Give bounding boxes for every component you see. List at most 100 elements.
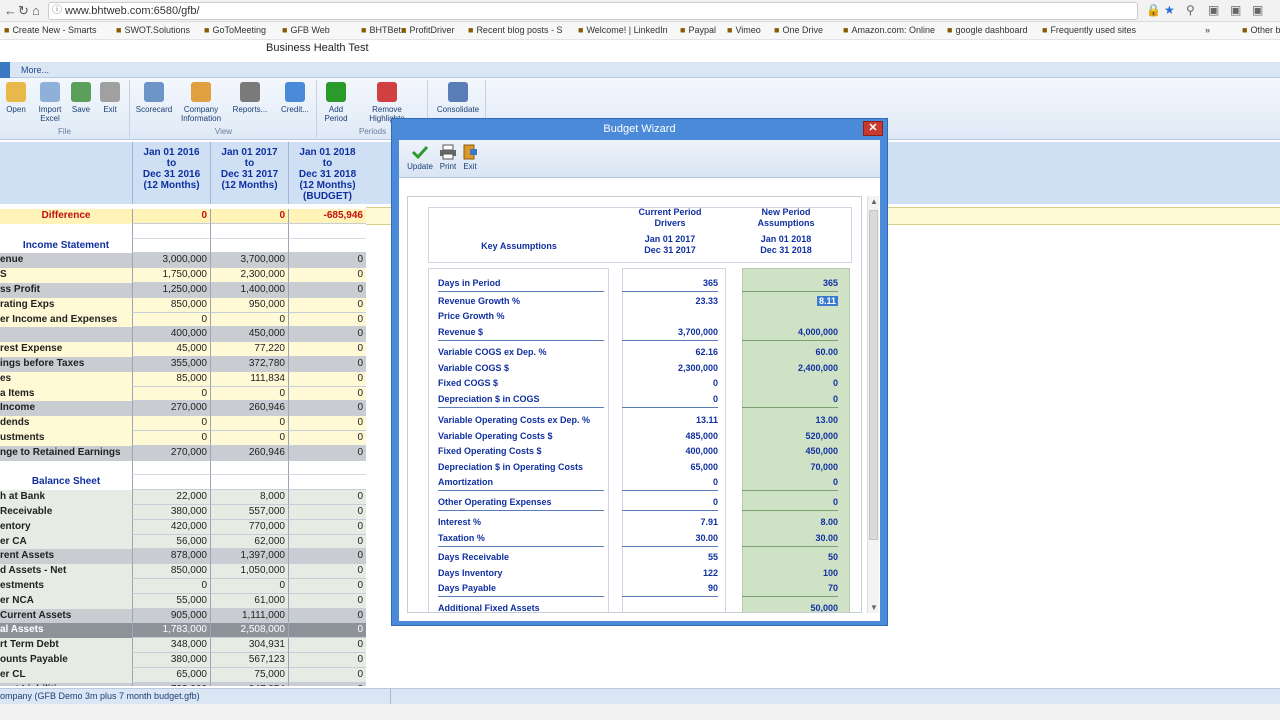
table-cell[interactable]: 0: [288, 490, 366, 505]
table-cell[interactable]: 0: [132, 209, 210, 224]
table-cell[interactable]: 270,000: [132, 445, 210, 461]
ribbon-button-consolidate[interactable]: Consolidate: [433, 82, 483, 114]
table-cell[interactable]: 380,000: [132, 505, 210, 520]
table-cell[interactable]: 770,000: [210, 519, 288, 535]
table-cell[interactable]: 0: [210, 579, 288, 594]
table-cell[interactable]: 1,750,000: [132, 268, 210, 283]
table-cell[interactable]: 0: [132, 431, 210, 446]
table-cell[interactable]: 348,000: [132, 638, 210, 653]
extension-icon[interactable]: ▣: [1208, 3, 1219, 17]
period-header[interactable]: Jan 01 2016 to Dec 31 2016 (12 Months): [132, 142, 210, 204]
table-cell[interactable]: 0: [132, 416, 210, 431]
table-cell[interactable]: 2,300,000: [210, 268, 288, 283]
ribbon-button-import-excel[interactable]: Import Excel: [36, 82, 64, 123]
new-value-input[interactable]: 100: [742, 566, 838, 580]
table-cell[interactable]: [132, 223, 210, 239]
bookmark-item[interactable]: ■ GoToMeeting: [204, 25, 266, 35]
table-cell[interactable]: [210, 475, 288, 491]
table-cell[interactable]: 0: [288, 312, 366, 328]
table-cell[interactable]: 0: [210, 386, 288, 402]
star-icon[interactable]: ★: [1164, 3, 1175, 17]
table-cell[interactable]: 0: [288, 667, 366, 683]
table-cell[interactable]: 0: [288, 608, 366, 624]
bookmark-item[interactable]: ■ Vimeo: [727, 25, 761, 35]
bookmark-item[interactable]: ■ SWOT.Solutions: [116, 25, 190, 35]
bookmark-item[interactable]: ■ GFB Web: [282, 25, 330, 35]
new-value-input[interactable]: 0: [742, 475, 838, 489]
reload-icon[interactable]: ↻: [18, 3, 29, 19]
table-cell[interactable]: 450,000: [210, 327, 288, 343]
table-cell[interactable]: 0: [288, 431, 366, 446]
back-icon[interactable]: ←: [4, 3, 17, 18]
table-cell[interactable]: 0: [288, 519, 366, 535]
table-cell[interactable]: 0: [288, 445, 366, 461]
table-cell[interactable]: 380,000: [132, 653, 210, 668]
bookmark-item[interactable]: ■ Recent blog posts - S: [468, 25, 562, 35]
table-cell[interactable]: 567,123: [210, 653, 288, 668]
table-cell[interactable]: 0: [288, 682, 366, 686]
bookmarks-overflow-button[interactable]: »: [1205, 25, 1210, 35]
table-cell[interactable]: 0: [288, 386, 366, 402]
table-cell[interactable]: 947,054: [210, 682, 288, 686]
table-cell[interactable]: 905,000: [132, 608, 210, 624]
table-cell[interactable]: [288, 223, 366, 239]
table-cell[interactable]: [288, 238, 366, 254]
table-cell[interactable]: 1,783,000: [132, 623, 210, 639]
bookmark-item[interactable]: ■ Paypal: [680, 25, 716, 35]
table-cell[interactable]: 372,780: [210, 357, 288, 372]
table-cell[interactable]: 77,220: [210, 342, 288, 357]
new-value-input[interactable]: 0: [742, 495, 838, 509]
new-value-input[interactable]: 0: [742, 376, 838, 390]
new-value-input[interactable]: 8.11: [742, 294, 838, 308]
table-cell[interactable]: 0: [288, 342, 366, 357]
table-cell[interactable]: 850,000: [132, 297, 210, 313]
table-cell[interactable]: [132, 475, 210, 491]
table-cell[interactable]: 1,250,000: [132, 283, 210, 298]
bookmark-item[interactable]: ■ Welcome! | LinkedIn: [578, 25, 668, 35]
table-cell[interactable]: 0: [210, 416, 288, 431]
table-cell[interactable]: 0: [288, 371, 366, 387]
new-value-input[interactable]: 2,400,000: [742, 361, 838, 375]
new-value-input[interactable]: 70: [742, 581, 838, 595]
table-cell[interactable]: 111,834: [210, 371, 288, 387]
new-value-input[interactable]: 520,000: [742, 429, 838, 443]
bookmark-item[interactable]: ■ BHTBeta: [361, 25, 406, 35]
bookmark-item[interactable]: ■ One Drive: [774, 25, 823, 35]
table-cell[interactable]: 793,000: [132, 682, 210, 686]
table-cell[interactable]: 304,931: [210, 638, 288, 653]
new-value-input[interactable]: 8.00: [742, 515, 838, 529]
bookmark-item[interactable]: ■Other boo: [1242, 25, 1280, 35]
table-cell[interactable]: 950,000: [210, 297, 288, 313]
table-cell[interactable]: 0: [210, 209, 288, 224]
table-cell[interactable]: [210, 238, 288, 254]
table-cell[interactable]: 0: [210, 312, 288, 328]
period-header[interactable]: Jan 01 2017 to Dec 31 2017 (12 Months): [210, 142, 288, 204]
table-cell[interactable]: 420,000: [132, 519, 210, 535]
table-cell[interactable]: [132, 238, 210, 254]
period-header[interactable]: Jan 01 2018 to Dec 31 2018 (12 Months) (BUDG…: [288, 142, 366, 204]
extension-icon[interactable]: ⚲: [1186, 3, 1195, 17]
scroll-down-icon[interactable]: ▼: [868, 603, 880, 612]
table-cell[interactable]: 0: [132, 579, 210, 594]
table-cell[interactable]: 0: [288, 283, 366, 298]
table-cell[interactable]: 45,000: [132, 342, 210, 357]
table-cell[interactable]: 61,000: [210, 593, 288, 609]
table-cell[interactable]: 0: [288, 327, 366, 343]
table-cell[interactable]: 0: [288, 534, 366, 550]
new-value-input[interactable]: 0: [742, 392, 838, 406]
new-value-input[interactable]: 60.00: [742, 345, 838, 359]
exit-button[interactable]: Exit: [457, 144, 483, 171]
table-cell[interactable]: 0: [132, 386, 210, 402]
table-cell[interactable]: 8,000: [210, 490, 288, 505]
table-cell[interactable]: 0: [288, 549, 366, 565]
close-icon[interactable]: ✕: [863, 121, 883, 136]
table-cell[interactable]: 0: [288, 297, 366, 313]
ribbon-button-scorecard[interactable]: Scorecard: [135, 82, 173, 114]
table-cell[interactable]: 355,000: [132, 357, 210, 372]
new-value-input[interactable]: 50: [742, 550, 838, 564]
table-cell[interactable]: [288, 475, 366, 491]
table-cell[interactable]: 22,000: [132, 490, 210, 505]
ribbon-button-open[interactable]: Open: [4, 82, 28, 114]
ribbon-button-save[interactable]: Save: [70, 82, 92, 114]
table-cell[interactable]: 0: [288, 401, 366, 417]
